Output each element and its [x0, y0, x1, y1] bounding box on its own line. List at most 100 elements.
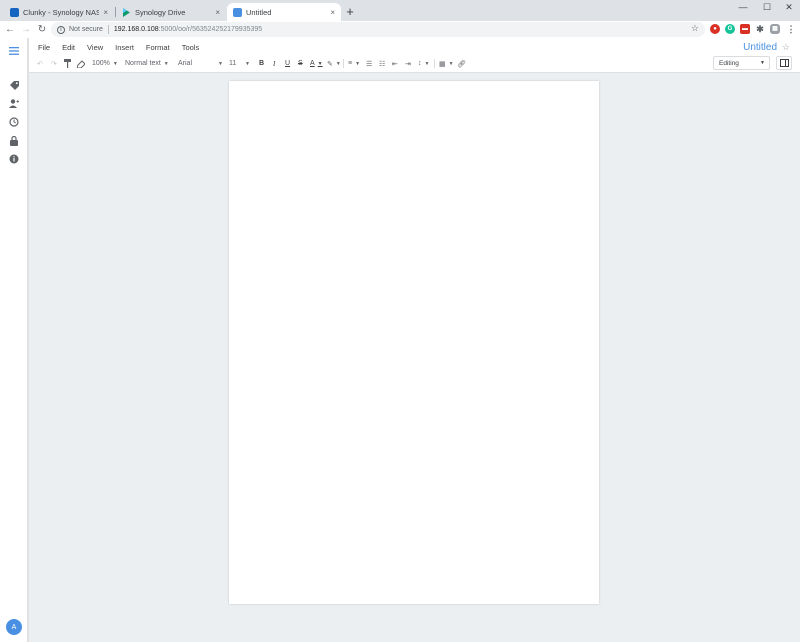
- zoom-dropdown[interactable]: 100% ▼: [92, 58, 118, 69]
- document-favicon-icon: [233, 7, 242, 17]
- bold-button[interactable]: B: [259, 58, 264, 69]
- back-arrow-icon[interactable]: ←: [2, 24, 18, 35]
- paint-format-icon[interactable]: [64, 58, 72, 69]
- zoom-value: 100%: [92, 60, 110, 67]
- line-spacing-dropdown[interactable]: ↕ ▼: [418, 58, 429, 69]
- browser-toolbar: ← → ↻ i Not secure 192.168.0.108:5000/oo…: [0, 21, 800, 38]
- lock-icon[interactable]: [8, 135, 20, 147]
- tab-clunky-synology-nas[interactable]: Clunky - Synology NAS ×: [4, 3, 114, 21]
- format-toolbar: ↶ ↷ 100% ▼ Normal text ▼ Arial ▼ 11 ▼ B I U …: [29, 56, 800, 71]
- close-window-button[interactable]: ✕: [777, 0, 800, 14]
- side-panel-toggle-button[interactable]: [776, 56, 792, 70]
- share-user-icon[interactable]: [8, 97, 20, 109]
- tab-title: Clunky - Synology NAS: [23, 7, 100, 17]
- close-tab-icon[interactable]: ×: [103, 8, 108, 17]
- increase-indent-icon[interactable]: ⇥: [405, 58, 411, 69]
- extension-adblock-icon[interactable]: ●: [710, 24, 720, 34]
- info-icon[interactable]: i: [57, 25, 65, 34]
- browser-menu-icon[interactable]: ⋮: [786, 24, 796, 34]
- font-family-value: Arial: [178, 60, 193, 67]
- document-canvas: [29, 73, 800, 642]
- history-icon[interactable]: [8, 116, 20, 128]
- toolbar-divider: [434, 59, 435, 68]
- chevron-down-icon: ▼: [335, 60, 341, 67]
- chevron-down-icon: ▼: [448, 60, 454, 67]
- chevron-down-icon: ▼: [163, 60, 169, 67]
- bookmark-star-icon[interactable]: ☆: [691, 23, 699, 34]
- font-family-dropdown[interactable]: Arial ▼: [178, 58, 223, 69]
- menu-edit[interactable]: Edit: [62, 43, 75, 52]
- italic-button[interactable]: I: [273, 58, 275, 69]
- not-secure-label: Not secure: [69, 26, 103, 33]
- chevron-down-icon: ▼: [424, 60, 430, 67]
- menu-tools[interactable]: Tools: [182, 43, 200, 52]
- insert-link-icon[interactable]: 🔗︎: [457, 58, 466, 69]
- document-header: File Edit View Insert Format Tools Untit…: [29, 38, 800, 73]
- left-rail: A: [0, 38, 28, 642]
- browser-tab-strip: Clunky - Synology NAS × Synology Drive ×…: [0, 0, 800, 21]
- close-tab-icon[interactable]: ×: [330, 8, 335, 17]
- synology-nas-favicon-icon: [10, 7, 19, 17]
- editing-mode-dropdown[interactable]: Editing ▼: [713, 56, 770, 70]
- chevron-down-icon: ▼: [760, 60, 765, 66]
- highlight-icon: ✎: [327, 60, 333, 68]
- clear-formatting-icon[interactable]: [77, 58, 85, 69]
- tag-icon[interactable]: [8, 79, 20, 91]
- tab-synology-drive[interactable]: Synology Drive ×: [116, 3, 226, 21]
- hamburger-menu-icon[interactable]: [8, 45, 20, 57]
- underline-button[interactable]: U: [285, 58, 290, 69]
- decrease-indent-icon[interactable]: ⇤: [392, 58, 398, 69]
- undo-icon[interactable]: ↶: [37, 58, 43, 69]
- address-divider: [107, 25, 109, 34]
- font-size-value: 11: [229, 60, 237, 67]
- tab-title: Synology Drive: [135, 7, 186, 17]
- extension-red-icon[interactable]: ▬: [740, 24, 750, 34]
- new-tab-button[interactable]: +: [343, 4, 357, 19]
- bulleted-list-icon[interactable]: ☷: [379, 58, 385, 69]
- highlight-color-button[interactable]: ✎ ▼: [327, 58, 341, 69]
- chevron-down-icon: ▼: [218, 60, 223, 67]
- menu-format[interactable]: Format: [146, 43, 170, 52]
- redo-icon[interactable]: ↷: [51, 58, 57, 69]
- synology-drive-favicon-icon: [122, 7, 131, 17]
- side-panel-icon: [779, 59, 789, 67]
- chevron-down-icon: ▼: [317, 60, 323, 67]
- url-host: 192.168.0.108: [113, 26, 159, 33]
- reload-icon[interactable]: ↻: [34, 24, 50, 35]
- address-bar[interactable]: i Not secure 192.168.0.108:5000/oo/r/563…: [51, 22, 705, 37]
- extensions-puzzle-icon[interactable]: ✱: [755, 24, 765, 34]
- maximize-button[interactable]: ☐: [755, 0, 779, 14]
- toolbar-divider: [343, 59, 344, 68]
- user-avatar[interactable]: A: [6, 619, 22, 635]
- menu-view[interactable]: View: [87, 43, 103, 52]
- text-color-label: A: [310, 60, 315, 67]
- chevron-down-icon: ▼: [355, 60, 361, 67]
- chevron-down-icon: ▼: [245, 60, 250, 67]
- font-size-dropdown[interactable]: 11 ▼: [229, 58, 250, 69]
- url-path: :5000/oo/r/563524252179935395: [158, 26, 263, 33]
- tab-untitled[interactable]: Untitled ×: [227, 3, 341, 21]
- document-page[interactable]: [229, 81, 599, 604]
- profile-icon[interactable]: ▦: [770, 24, 780, 34]
- numbered-list-icon[interactable]: ☰: [366, 58, 372, 69]
- minimize-button[interactable]: —: [731, 0, 755, 14]
- align-left-icon: ≡: [348, 60, 353, 67]
- menu-insert[interactable]: Insert: [115, 43, 134, 52]
- document-title[interactable]: Untitled: [743, 42, 777, 53]
- extension-grammarly-icon[interactable]: G: [725, 24, 735, 34]
- paragraph-style-dropdown[interactable]: Normal text ▼: [125, 58, 169, 69]
- menu-file[interactable]: File: [38, 43, 50, 52]
- forward-arrow-icon[interactable]: →: [18, 24, 34, 35]
- table-icon: ▦: [439, 60, 446, 68]
- favorite-star-icon[interactable]: ☆: [782, 42, 790, 53]
- editing-mode-value: Editing: [719, 59, 739, 67]
- align-dropdown[interactable]: ≡ ▼: [348, 58, 360, 69]
- line-spacing-icon: ↕: [418, 60, 422, 67]
- close-tab-icon[interactable]: ×: [215, 8, 220, 17]
- chevron-down-icon: ▼: [112, 60, 118, 67]
- tab-title: Untitled: [246, 7, 272, 17]
- insert-table-dropdown[interactable]: ▦ ▼: [439, 58, 454, 69]
- info-circle-icon[interactable]: [8, 153, 20, 165]
- text-color-button[interactable]: A ▼: [310, 58, 323, 69]
- strikethrough-button[interactable]: S: [298, 58, 303, 69]
